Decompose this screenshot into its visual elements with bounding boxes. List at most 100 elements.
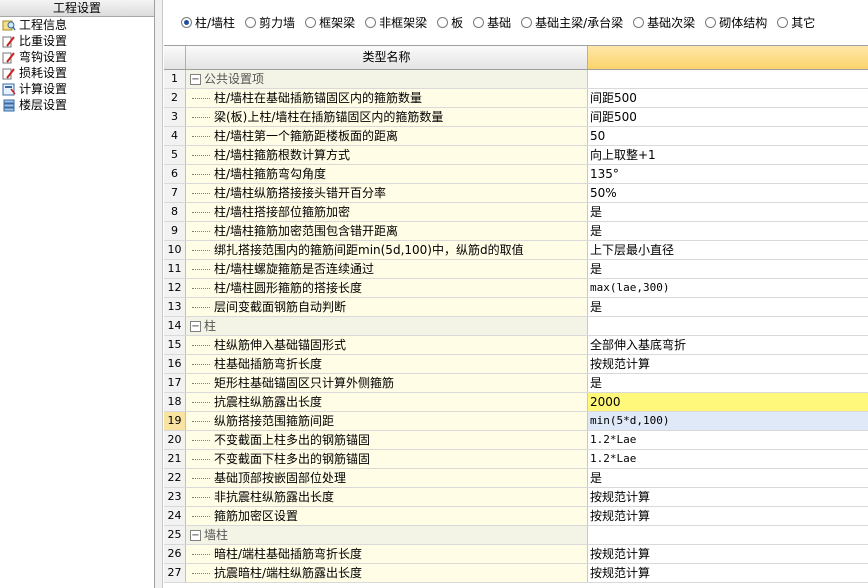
- table-row[interactable]: 3 梁(板)上柱/墙柱在插筋锚固区内的箍筋数量 间距500: [164, 108, 868, 127]
- setting-value-cell[interactable]: 按规范计算: [588, 355, 868, 373]
- tree-item[interactable]: 比重设置: [0, 33, 154, 49]
- table-row[interactable]: 26 暗柱/端柱基础插筋弯折长度 按规范计算: [164, 545, 868, 564]
- group-row[interactable]: 1− 公共设置项: [164, 70, 868, 89]
- setting-name: 柱纵筋伸入基础锚固形式: [214, 338, 347, 352]
- setting-value-cell[interactable]: 按规范计算: [588, 545, 868, 563]
- magnifier-icon: [2, 19, 16, 32]
- tree-connector: [186, 203, 214, 221]
- radio-option[interactable]: 基础次梁: [633, 14, 695, 31]
- radio-button[interactable]: [437, 16, 449, 28]
- radio-option[interactable]: 柱/墙柱: [181, 14, 235, 31]
- setting-value-cell[interactable]: 1.2*Lae: [588, 431, 868, 449]
- radio-button[interactable]: [181, 16, 192, 28]
- tree-item[interactable]: 损耗设置: [0, 65, 154, 81]
- setting-value-cell[interactable]: 1.2*Lae: [588, 450, 868, 468]
- table-row[interactable]: 7 柱/墙柱纵筋搭接接头错开百分率 50%: [164, 184, 868, 203]
- setting-name: 绑扎搭接范围内的箍筋间距min(5d,100)中，纵筋d的取值: [214, 243, 524, 257]
- table-row[interactable]: 2 柱/墙柱在基础插筋锚固区内的箍筋数量 间距500: [164, 89, 868, 108]
- radio-option[interactable]: 基础: [473, 14, 511, 31]
- setting-value-cell[interactable]: [588, 70, 868, 88]
- setting-value-cell[interactable]: 间距500: [588, 89, 868, 107]
- table-row[interactable]: 16 柱基础插筋弯折长度 按规范计算: [164, 355, 868, 374]
- row-number: 23: [164, 488, 186, 506]
- radio-button[interactable]: [777, 16, 789, 28]
- collapse-icon[interactable]: −: [190, 73, 201, 85]
- panel-splitter[interactable]: [155, 0, 163, 588]
- radio-option[interactable]: 板: [437, 14, 463, 31]
- setting-value-cell[interactable]: 全部伸入基底弯折: [588, 336, 868, 354]
- table-row[interactable]: 10 绑扎搭接范围内的箍筋间距min(5d,100)中，纵筋d的取值 上下层最小直径: [164, 241, 868, 260]
- table-row[interactable]: 24 箍筋加密区设置 按规范计算: [164, 507, 868, 526]
- table-row[interactable]: 27 抗震暗柱/端柱纵筋露出长度 按规范计算: [164, 564, 868, 583]
- setting-value-cell[interactable]: 按规范计算: [588, 564, 868, 582]
- table-row[interactable]: 9 柱/墙柱箍筋加密范围包含错开距离 是: [164, 222, 868, 241]
- radio-button[interactable]: [521, 16, 533, 28]
- setting-value-cell[interactable]: 间距500: [588, 108, 868, 126]
- radio-button[interactable]: [705, 16, 717, 28]
- row-number: 12: [164, 279, 186, 297]
- radio-button[interactable]: [305, 16, 317, 28]
- tree-item[interactable]: 楼层设置: [0, 97, 154, 113]
- row-number-header: [164, 46, 186, 69]
- setting-value-cell[interactable]: 50%: [588, 184, 868, 202]
- radio-button[interactable]: [473, 16, 485, 28]
- setting-name-cell: 矩形柱基础锚固区只计算外侧箍筋: [186, 374, 588, 392]
- radio-option[interactable]: 非框架梁: [365, 14, 427, 31]
- table-row[interactable]: 20 不变截面上柱多出的钢筋锚固 1.2*Lae: [164, 431, 868, 450]
- value-header: [588, 46, 868, 69]
- setting-value-cell[interactable]: [588, 526, 868, 544]
- radio-label: 框架梁: [319, 15, 356, 30]
- table-row[interactable]: 22 基础顶部按嵌固部位处理 是: [164, 469, 868, 488]
- radio-option[interactable]: 其它: [777, 14, 815, 31]
- table-row[interactable]: 18 抗震柱纵筋露出长度 2000: [164, 393, 868, 412]
- table-row[interactable]: 8 柱/墙柱搭接部位箍筋加密 是: [164, 203, 868, 222]
- setting-value-cell[interactable]: 是: [588, 298, 868, 316]
- table-row[interactable]: 19 纵筋搭接范围箍筋间距 min(5*d,100): [164, 412, 868, 431]
- setting-value-cell[interactable]: 50: [588, 127, 868, 145]
- table-row[interactable]: 4 柱/墙柱第一个箍筋距楼板面的距离 50: [164, 127, 868, 146]
- table-row[interactable]: 21 不变截面下柱多出的钢筋锚固 1.2*Lae: [164, 450, 868, 469]
- radio-option[interactable]: 砌体结构: [705, 14, 767, 31]
- setting-value-cell[interactable]: 是: [588, 222, 868, 240]
- setting-value-cell[interactable]: 2000: [588, 393, 868, 411]
- radio-option[interactable]: 剪力墙: [245, 14, 295, 31]
- setting-value-cell[interactable]: 是: [588, 203, 868, 221]
- table-row[interactable]: 23 非抗震柱纵筋露出长度 按规范计算: [164, 488, 868, 507]
- tree-item[interactable]: 工程信息: [0, 17, 154, 33]
- radio-button[interactable]: [245, 16, 257, 28]
- tree-item[interactable]: 计算设置: [0, 81, 154, 97]
- table-row[interactable]: 6 柱/墙柱箍筋弯勾角度 135°: [164, 165, 868, 184]
- setting-value-cell[interactable]: 向上取整+1: [588, 146, 868, 164]
- setting-value-cell[interactable]: 是: [588, 260, 868, 278]
- tree-connector: [186, 165, 214, 183]
- tree-item[interactable]: 弯钩设置: [0, 49, 154, 65]
- radio-option[interactable]: 基础主梁/承台梁: [521, 14, 623, 31]
- radio-option[interactable]: 框架梁: [305, 14, 355, 31]
- table-row[interactable]: 12 柱/墙柱圆形箍筋的搭接长度 max(lae,300): [164, 279, 868, 298]
- setting-value-cell[interactable]: 按规范计算: [588, 488, 868, 506]
- setting-value-cell[interactable]: 是: [588, 374, 868, 392]
- table-row[interactable]: 13 层间变截面钢筋自动判断 是: [164, 298, 868, 317]
- table-row[interactable]: 11 柱/墙柱螺旋箍筋是否连续通过 是: [164, 260, 868, 279]
- setting-name-cell: 不变截面下柱多出的钢筋锚固: [186, 450, 588, 468]
- radio-button[interactable]: [633, 16, 645, 28]
- radio-button[interactable]: [365, 16, 377, 28]
- tree-connector: [186, 184, 214, 202]
- table-row[interactable]: 5 柱/墙柱箍筋根数计算方式 向上取整+1: [164, 146, 868, 165]
- collapse-icon[interactable]: −: [190, 529, 201, 541]
- collapse-icon[interactable]: −: [190, 320, 201, 332]
- table-row[interactable]: 15 柱纵筋伸入基础锚固形式 全部伸入基底弯折: [164, 336, 868, 355]
- setting-name-cell: 层间变截面钢筋自动判断: [186, 298, 588, 316]
- setting-value-cell[interactable]: max(lae,300): [588, 279, 868, 297]
- setting-value-cell[interactable]: 135°: [588, 165, 868, 183]
- setting-value-cell[interactable]: 按规范计算: [588, 507, 868, 525]
- setting-value-cell[interactable]: min(5*d,100): [588, 412, 868, 430]
- table-row[interactable]: 17 矩形柱基础锚固区只计算外侧箍筋 是: [164, 374, 868, 393]
- setting-value-cell[interactable]: 是: [588, 469, 868, 487]
- tree-item-label: 工程信息: [19, 18, 68, 32]
- setting-value-cell[interactable]: 上下层最小直径: [588, 241, 868, 259]
- setting-name-cell: 柱/墙柱纵筋搭接接头错开百分率: [186, 184, 588, 202]
- group-row[interactable]: 14− 柱: [164, 317, 868, 336]
- group-row[interactable]: 25− 墙柱: [164, 526, 868, 545]
- setting-value-cell[interactable]: [588, 317, 868, 335]
